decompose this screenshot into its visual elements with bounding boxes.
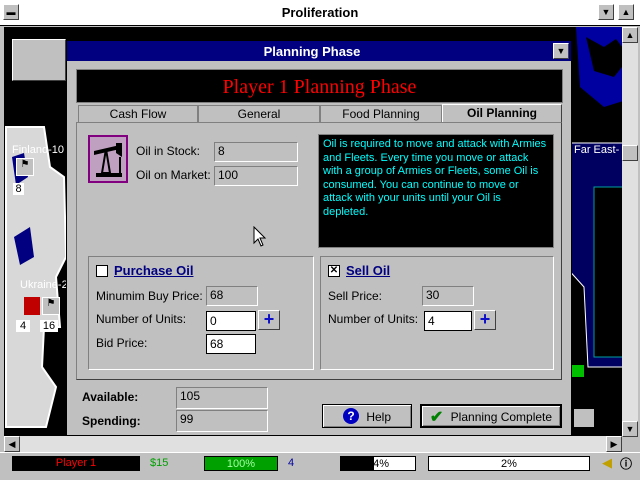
map-label-far-east: Far East- bbox=[574, 144, 620, 156]
unit-count: 8 bbox=[13, 183, 24, 195]
phase-banner-text: Player 1 Planning Phase bbox=[222, 76, 417, 98]
scroll-right-button[interactable]: ▶ bbox=[606, 436, 622, 452]
status-oil-text: 44% bbox=[366, 458, 390, 470]
map-label-finland: Finland-10 bbox=[12, 144, 64, 156]
oil-info-box: Oil is required to move and attack with … bbox=[318, 134, 554, 248]
spending-label: Spending: bbox=[82, 414, 141, 428]
oil-on-market-label: Oil on Market: bbox=[136, 168, 211, 182]
map-label-ukraine: Ukraine-2 bbox=[20, 279, 68, 291]
unit-icon[interactable]: ⚑ bbox=[42, 297, 60, 315]
unit-count: 16 bbox=[40, 320, 58, 332]
status-turn: 4 bbox=[288, 457, 295, 469]
help-button[interactable]: ? Help bbox=[322, 404, 412, 428]
app-title: Proliferation bbox=[281, 5, 359, 20]
scroll-left-button[interactable]: ◀ bbox=[4, 436, 20, 452]
sell-oil-checkbox[interactable]: ✕ bbox=[328, 265, 340, 277]
sell-price-label: Sell Price: bbox=[328, 289, 383, 303]
phase-banner: Player 1 Planning Phase bbox=[76, 69, 563, 103]
map-vertical-scrollbar[interactable]: ▲ ▼ bbox=[622, 27, 638, 437]
tab-cash-flow[interactable]: Cash Flow bbox=[78, 105, 198, 122]
unit-count: 4 bbox=[16, 320, 30, 332]
dialog-minimize-button[interactable]: ▼ bbox=[553, 43, 569, 59]
planning-complete-button[interactable]: ✔ Planning Complete bbox=[420, 404, 562, 428]
unit-marker[interactable] bbox=[572, 365, 584, 377]
dialog-title-bar: Planning Phase ▼ bbox=[67, 41, 571, 61]
tab-general[interactable]: General bbox=[198, 105, 320, 122]
min-buy-price-value: 68 bbox=[206, 286, 258, 306]
sell-units-input[interactable]: 4 bbox=[424, 311, 472, 331]
status-player: Player 1 bbox=[12, 456, 140, 471]
info-icon[interactable]: ⓘ bbox=[620, 455, 634, 471]
purchase-oil-checkbox[interactable] bbox=[96, 265, 108, 277]
purchase-units-input[interactable]: 0 bbox=[206, 311, 256, 331]
tab-oil-planning[interactable]: Oil Planning bbox=[442, 104, 562, 123]
oil-pump-icon bbox=[88, 135, 128, 183]
main-title-bar: ▬ Proliferation ▼ ▲ bbox=[0, 0, 640, 26]
bid-price-label: Bid Price: bbox=[96, 336, 148, 350]
help-icon: ? bbox=[342, 408, 359, 424]
available-value: 105 bbox=[176, 387, 268, 409]
maximize-button[interactable]: ▲ bbox=[618, 4, 634, 20]
oil-in-stock-value: 8 bbox=[214, 142, 298, 162]
oil-info-text: Oil is required to move and attack with … bbox=[323, 138, 547, 218]
mouse-cursor bbox=[253, 226, 267, 247]
speaker-icon[interactable]: ◀ bbox=[602, 455, 616, 471]
sell-units-label: Number of Units: bbox=[328, 312, 419, 326]
scroll-down-button[interactable]: ▼ bbox=[622, 421, 638, 437]
purchase-units-label: Number of Units: bbox=[96, 312, 187, 326]
bid-price-input[interactable]: 68 bbox=[206, 334, 256, 354]
city-icon[interactable] bbox=[24, 297, 40, 315]
unit-icon[interactable] bbox=[574, 409, 594, 427]
status-oil-bar: 44% bbox=[340, 456, 416, 471]
planning-complete-label: Planning Complete bbox=[450, 410, 553, 424]
minimize-button[interactable]: ▼ bbox=[598, 4, 614, 20]
checkmark-icon: ✔ bbox=[429, 409, 444, 426]
help-label: Help bbox=[366, 410, 392, 424]
status-food-bar: 100% bbox=[204, 456, 278, 471]
sell-units-increment-button[interactable]: + bbox=[474, 310, 496, 330]
unit-icon[interactable]: ⚑ bbox=[16, 158, 34, 176]
sell-oil-title[interactable]: Sell Oil bbox=[346, 263, 390, 278]
min-buy-price-label: Minumim Buy Price: bbox=[96, 289, 203, 303]
spending-value: 99 bbox=[176, 410, 268, 432]
tab-food-planning[interactable]: Food Planning bbox=[320, 105, 442, 122]
available-label: Available: bbox=[82, 390, 139, 404]
scroll-up-button[interactable]: ▲ bbox=[622, 27, 638, 43]
purchase-oil-title[interactable]: Purchase Oil bbox=[114, 263, 193, 278]
sell-price-value: 30 bbox=[422, 286, 474, 306]
scroll-thumb[interactable] bbox=[622, 145, 638, 161]
status-percent-bar: 2% bbox=[428, 456, 590, 471]
map-horizontal-scrollbar[interactable]: ◀ ▶ bbox=[4, 436, 622, 452]
oil-in-stock-label: Oil in Stock: bbox=[136, 144, 201, 158]
oil-on-market-value: 100 bbox=[214, 166, 298, 186]
purchase-units-increment-button[interactable]: + bbox=[258, 310, 280, 330]
dialog-title: Planning Phase bbox=[263, 44, 361, 59]
status-money: $15 bbox=[150, 457, 169, 469]
